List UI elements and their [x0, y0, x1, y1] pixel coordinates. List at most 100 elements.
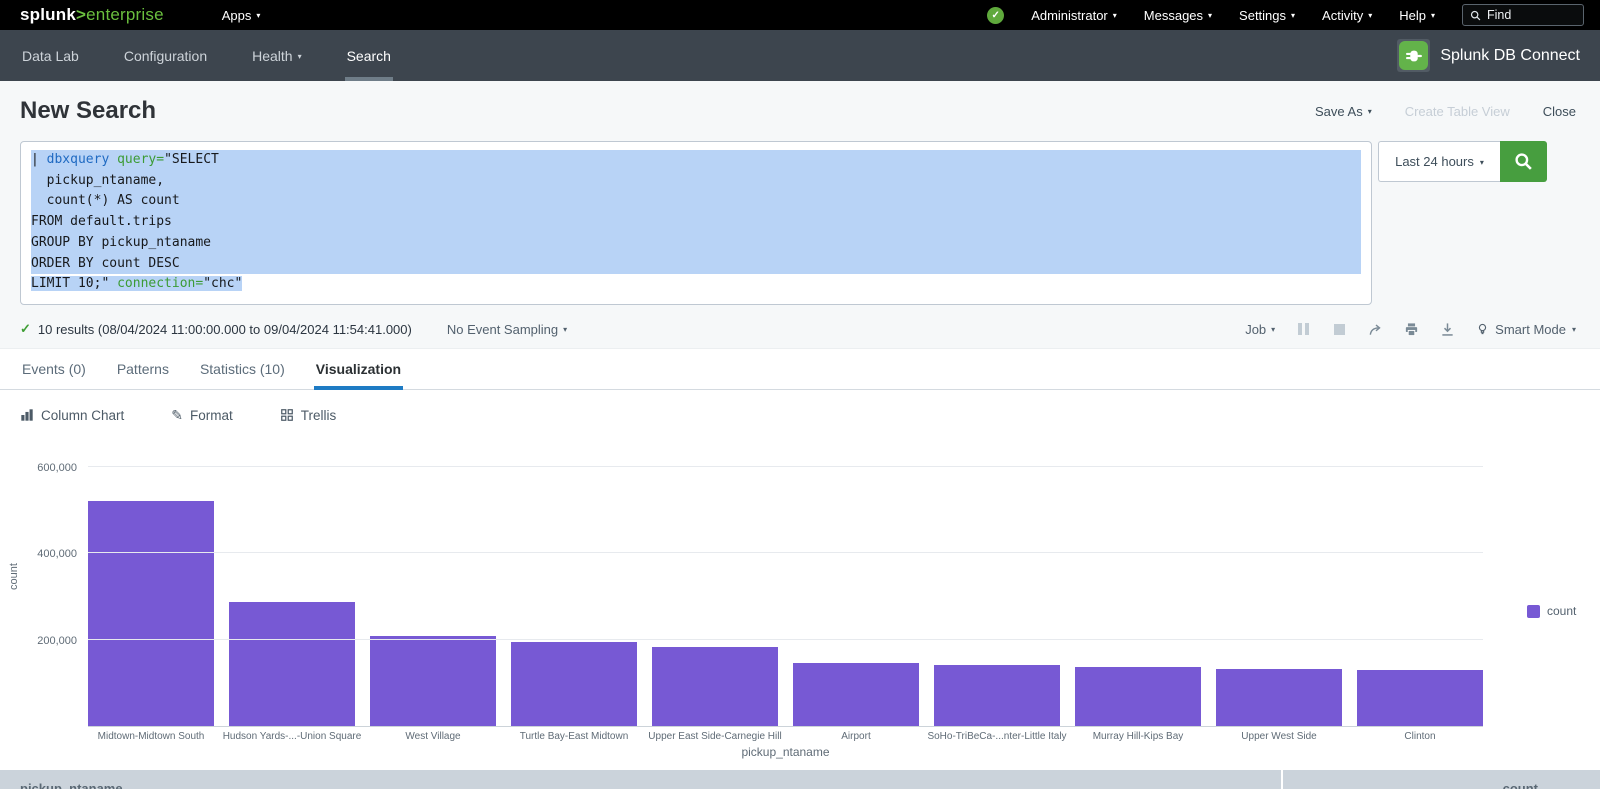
chart-bar[interactable] — [1216, 669, 1342, 726]
format-label: Format — [190, 408, 233, 423]
search-mode-dropdown[interactable]: Smart Mode ▾ — [1476, 322, 1576, 337]
nav-item-configuration[interactable]: Configuration — [122, 30, 209, 81]
apps-menu-label: Apps — [222, 8, 252, 23]
find-search-box[interactable] — [1462, 4, 1584, 26]
chart-type-button[interactable]: Column Chart — [20, 408, 124, 423]
query-token — [109, 152, 117, 167]
health-status-ok-icon[interactable]: ✓ — [987, 7, 1004, 24]
topbar-right: ✓ Administrator ▾ Messages ▾ Settings ▾ … — [987, 4, 1584, 26]
column-header-pickup-ntaname[interactable]: pickup_ntaname — [0, 770, 1281, 789]
save-as-button[interactable]: Save As ▾ — [1315, 104, 1372, 119]
trellis-label: Trellis — [301, 408, 337, 423]
chevron-down-icon: ▾ — [298, 53, 302, 61]
find-input[interactable] — [1487, 8, 1576, 22]
tab-visualization[interactable]: Visualization — [314, 349, 403, 389]
chart-bar[interactable] — [934, 665, 1060, 726]
activity-menu[interactable]: Activity ▾ — [1322, 8, 1372, 23]
nav-item-label: Data Lab — [22, 48, 79, 64]
create-table-view-button[interactable]: Create Table View — [1405, 104, 1510, 119]
help-menu[interactable]: Help ▾ — [1399, 8, 1435, 23]
settings-menu[interactable]: Settings ▾ — [1239, 8, 1295, 23]
tab-patterns[interactable]: Patterns — [115, 349, 171, 389]
chevron-down-icon: ▾ — [1368, 12, 1372, 20]
query-line: GROUP BY pickup_ntaname — [31, 233, 1361, 254]
splunk-logo[interactable]: splunk>enterprise — [20, 5, 164, 25]
help-menu-label: Help — [1399, 8, 1426, 23]
nav-item-label: Configuration — [124, 48, 207, 64]
tab-events[interactable]: Events (0) — [20, 349, 88, 389]
search-query-editor[interactable]: | dbxquery query="SELECT pickup_ntaname,… — [20, 141, 1372, 305]
query-token: count(*) AS count — [31, 193, 180, 208]
nav-item-label: Search — [347, 48, 391, 64]
query-line: FROM default.trips — [31, 212, 1361, 233]
gridline — [88, 639, 1483, 640]
chevron-down-icon: ▾ — [1208, 12, 1212, 20]
administrator-menu[interactable]: Administrator ▾ — [1031, 8, 1117, 23]
query-line: pickup_ntaname, — [31, 171, 1361, 192]
chart-legend[interactable]: count — [1527, 604, 1576, 618]
query-token: | — [31, 152, 47, 167]
query-token: "SELECT — [164, 152, 219, 167]
share-job-icon[interactable] — [1368, 322, 1383, 337]
tab-label: Visualization — [316, 361, 401, 377]
chart-bar[interactable] — [1075, 667, 1201, 726]
create-table-view-label: Create Table View — [1405, 104, 1510, 119]
logo-splunk: splunk — [20, 5, 76, 24]
x-tick-label: SoHo-TriBeCa-...nter-Little Italy — [927, 731, 1066, 742]
event-sampling-dropdown[interactable]: No Event Sampling ▾ — [447, 322, 567, 337]
chevron-down-icon: ▾ — [1113, 12, 1117, 20]
nav-item-data-lab[interactable]: Data Lab — [20, 30, 81, 81]
tab-label: Patterns — [117, 361, 169, 377]
settings-menu-label: Settings — [1239, 8, 1286, 23]
chart-type-label: Column Chart — [41, 408, 124, 423]
format-button[interactable]: ✎ Format — [171, 408, 233, 423]
close-button[interactable]: Close — [1543, 104, 1576, 119]
time-range-picker[interactable]: Last 24 hours ▾ — [1378, 141, 1500, 182]
search-icon — [1470, 10, 1481, 21]
job-menu[interactable]: Job ▾ — [1245, 322, 1275, 337]
x-tick-cell: Clinton — [1357, 731, 1483, 742]
chart-bar[interactable] — [88, 501, 214, 726]
chart-bar[interactable] — [370, 636, 496, 726]
chart-bar[interactable] — [229, 602, 355, 726]
messages-menu-label: Messages — [1144, 8, 1203, 23]
topbar: splunk>enterprise Apps ▾ ✓ Administrator… — [0, 0, 1600, 30]
nav-item-health[interactable]: Health ▾ — [250, 30, 303, 81]
app-identity[interactable]: Splunk DB Connect — [1397, 30, 1580, 81]
query-line: | dbxquery query="SELECT — [31, 150, 1361, 171]
y-tick-label: 600,000 — [37, 462, 77, 474]
chart-bar[interactable] — [511, 642, 637, 726]
apps-menu[interactable]: Apps ▾ — [222, 8, 261, 23]
chart-bar[interactable] — [793, 663, 919, 726]
trellis-button[interactable]: Trellis — [280, 408, 337, 423]
nav-item-search[interactable]: Search — [345, 30, 393, 81]
run-search-button[interactable] — [1500, 141, 1547, 182]
logo-enterprise: enterprise — [86, 5, 164, 24]
x-tick-label: Upper East Side-Carnegie Hill — [648, 731, 781, 742]
x-tick-cell: Midtown-Midtown South — [88, 731, 214, 742]
chart-bar[interactable] — [1357, 670, 1483, 726]
pause-job-icon[interactable] — [1296, 322, 1311, 337]
chart-bars — [88, 442, 1483, 726]
messages-menu[interactable]: Messages ▾ — [1144, 8, 1212, 23]
trellis-grid-icon — [280, 408, 294, 422]
query-line: count(*) AS count — [31, 191, 1361, 212]
column-header-count[interactable]: count — [1283, 770, 1600, 789]
plug-icon — [1399, 41, 1428, 70]
header-actions: Save As ▾ Create Table View Close — [1315, 104, 1576, 119]
chevron-down-icon: ▾ — [1368, 108, 1372, 116]
tab-statistics[interactable]: Statistics (10) — [198, 349, 287, 389]
stop-job-icon[interactable] — [1332, 322, 1347, 337]
page-title: New Search — [20, 97, 156, 125]
export-download-icon[interactable] — [1440, 322, 1455, 337]
x-tick-label: Upper West Side — [1241, 731, 1316, 742]
x-axis-title: pickup_ntaname — [88, 745, 1483, 759]
print-icon[interactable] — [1404, 322, 1419, 337]
x-tick-label: Hudson Yards-...-Union Square — [223, 731, 362, 742]
search-icon — [1514, 152, 1533, 171]
chart-bar[interactable] — [652, 647, 778, 726]
app-name: Splunk DB Connect — [1440, 47, 1580, 65]
query-token: FROM default.trips — [31, 214, 172, 229]
query-token: pickup_ntaname, — [31, 173, 164, 188]
query-line: ORDER BY count DESC — [31, 254, 1361, 275]
